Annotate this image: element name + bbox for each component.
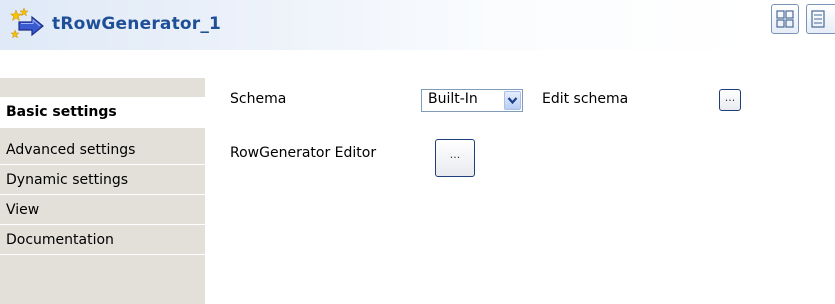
tab-basic-settings[interactable]: Basic settings	[0, 98, 210, 128]
layout-grid-icon	[776, 10, 794, 28]
row-generator-editor-label: RowGenerator Editor	[230, 145, 377, 161]
edit-schema-button[interactable]: ...	[719, 89, 741, 111]
tab-advanced-settings[interactable]: Advanced settings	[0, 136, 205, 165]
component-title: tRowGenerator_1	[52, 14, 222, 34]
schema-select[interactable]: Built-In	[421, 89, 523, 112]
schema-label: Schema	[230, 91, 287, 107]
chevron-down-icon[interactable]	[504, 91, 521, 110]
schema-select-value: Built-In	[428, 91, 478, 107]
tab-strip-top	[0, 78, 205, 98]
edit-schema-label: Edit schema	[542, 91, 629, 107]
ellipsis-label: ...	[724, 91, 736, 104]
tab-dynamic-settings[interactable]: Dynamic settings	[0, 166, 205, 195]
tab-view[interactable]: View	[0, 196, 205, 225]
layout-grid-button[interactable]	[771, 4, 799, 34]
layout-list-icon	[811, 10, 825, 28]
row-generator-editor-button[interactable]: ...	[435, 139, 475, 177]
ellipsis-label: ...	[449, 148, 461, 161]
row-generator-icon	[10, 8, 44, 39]
layout-list-button[interactable]	[806, 4, 835, 34]
component-header: tRowGenerator_1	[0, 0, 760, 50]
tab-documentation[interactable]: Documentation	[0, 226, 205, 255]
